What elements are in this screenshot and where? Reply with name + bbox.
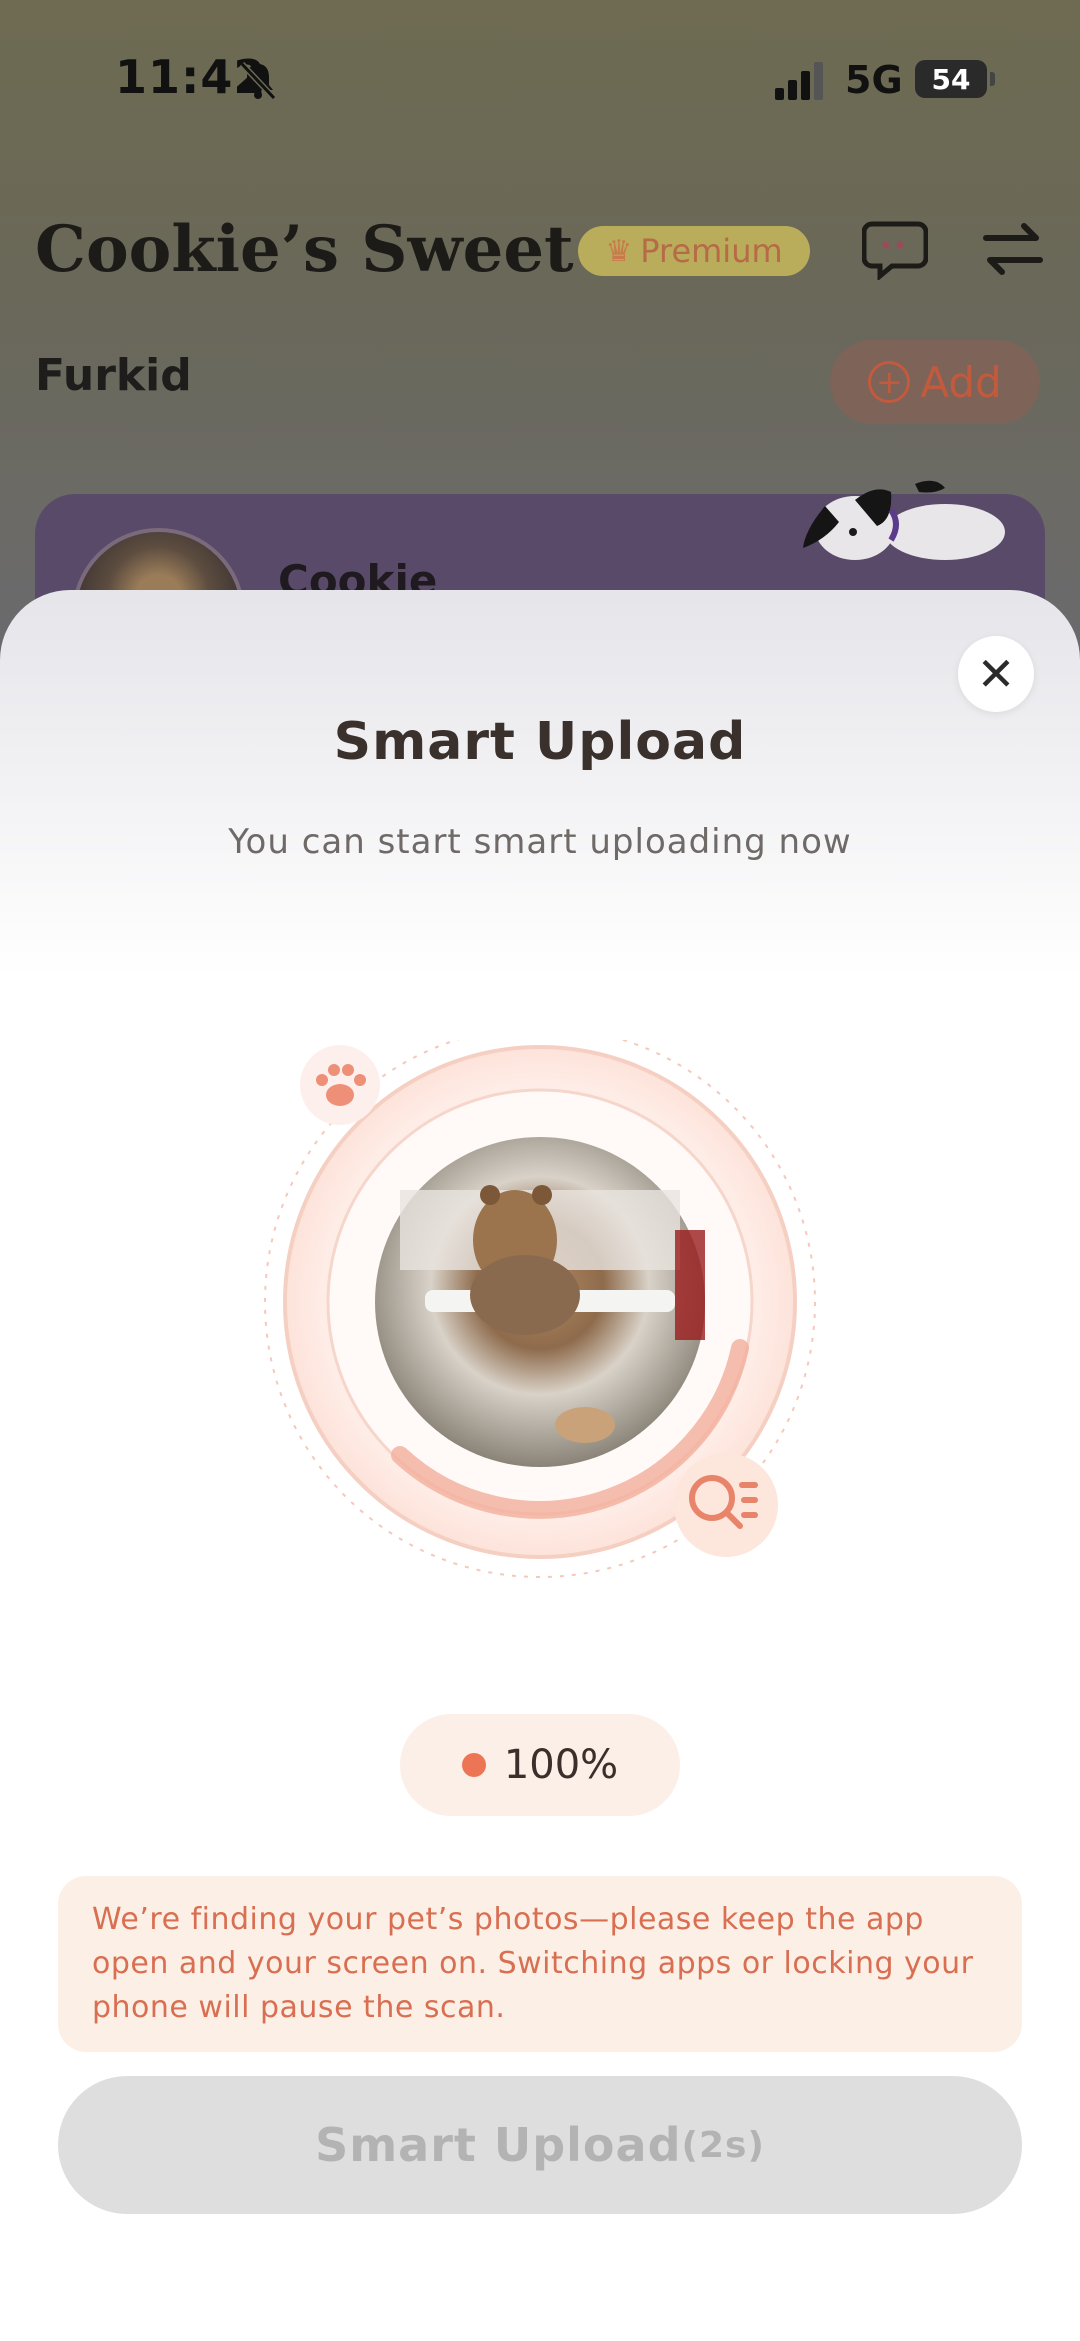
network-label: 5G xyxy=(845,58,903,102)
sheet-title: Smart Upload xyxy=(333,712,747,772)
progress-value: 100% xyxy=(503,1742,619,1788)
sheet-subtitle: You can start smart uploading now xyxy=(228,822,852,862)
add-pet-button[interactable]: + Add xyxy=(830,340,1040,424)
page-title: Cookie’s Sweet ... xyxy=(35,212,663,287)
premium-badge[interactable]: ♛ Premium xyxy=(578,226,810,276)
plus-circle-icon: + xyxy=(868,361,911,403)
signal-icon xyxy=(775,62,823,100)
status-bar: 11:42 5G 54 xyxy=(0,0,1080,160)
scan-notice: We’re finding your pet’s photos—please k… xyxy=(58,1876,1022,2052)
switch-icon[interactable] xyxy=(982,222,1044,276)
close-button[interactable]: ✕ xyxy=(958,636,1034,712)
sleeping-dog-illustration xyxy=(803,480,1005,560)
smart-upload-label: Smart Upload xyxy=(315,2118,682,2172)
chat-icon[interactable] xyxy=(862,218,928,280)
section-label-furkid: Furkid xyxy=(35,350,192,401)
close-icon: ✕ xyxy=(976,647,1016,701)
progress-indicator: 100% xyxy=(400,1714,680,1816)
crown-icon: ♛ xyxy=(605,233,633,269)
premium-label: Premium xyxy=(640,232,783,270)
countdown-label: (2s) xyxy=(681,2124,765,2166)
progress-dot xyxy=(461,1753,486,1777)
add-label: Add xyxy=(920,357,1002,407)
battery-indicator: 54 xyxy=(915,60,995,98)
scan-animation xyxy=(264,1040,816,1578)
bell-muted-icon xyxy=(239,61,277,101)
smart-upload-button[interactable]: Smart Upload (2s) xyxy=(58,2076,1022,2214)
